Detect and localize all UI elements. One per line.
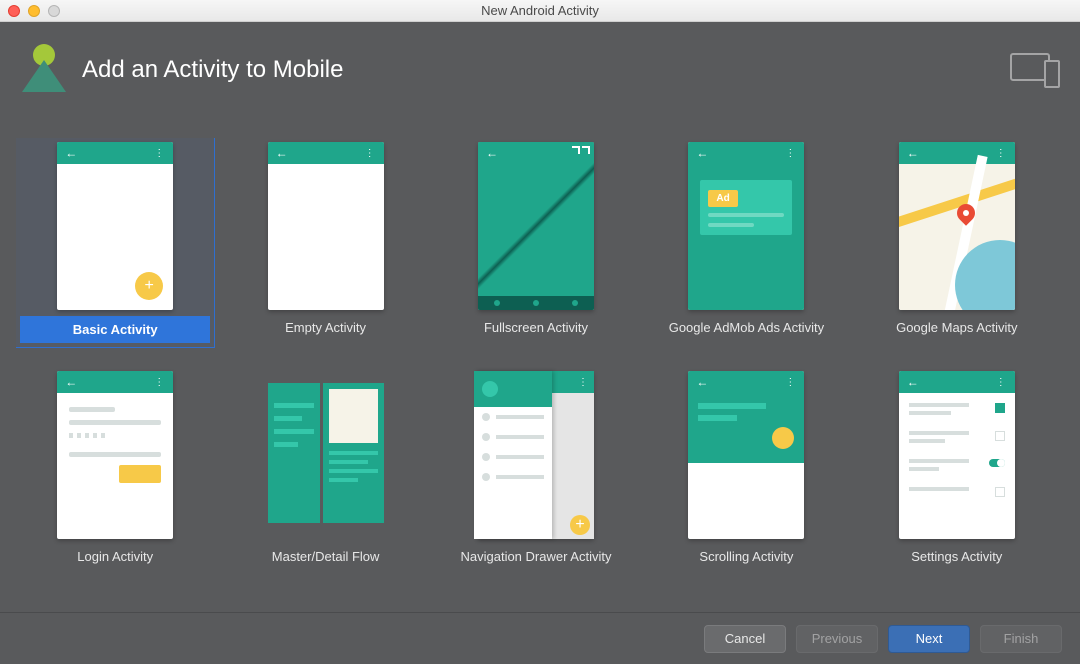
overflow-icon: ⋮ — [154, 148, 165, 159]
checkbox-icon — [995, 403, 1005, 413]
android-studio-logo-icon — [20, 46, 68, 94]
overflow-icon: ⋮ — [785, 377, 796, 388]
drawer-icon — [474, 371, 552, 539]
overflow-icon: ⋮ — [154, 377, 165, 388]
thumbnail-gmaps: ←⋮ — [899, 142, 1015, 310]
back-arrow-icon: ← — [696, 375, 708, 389]
back-arrow-icon: ← — [65, 375, 77, 389]
template-scrolling-activity[interactable]: ←⋮ Scrolling Activity — [647, 367, 845, 568]
fab-icon: + — [570, 515, 590, 535]
thumbnail-admob: ← ⋮ Ad — [688, 142, 804, 310]
template-label: Fullscreen Activity — [484, 320, 588, 335]
maximize-icon[interactable] — [48, 5, 60, 17]
wizard-header: Add an Activity to Mobile — [0, 22, 1080, 118]
checkbox-icon — [995, 487, 1005, 497]
template-google-maps-activity[interactable]: ←⋮ Google Maps Activity — [858, 138, 1056, 347]
overflow-icon: ⋮ — [996, 148, 1007, 159]
checkbox-icon — [995, 431, 1005, 441]
window-titlebar: New Android Activity — [0, 0, 1080, 22]
thumbnail-scrolling: ←⋮ — [688, 371, 804, 539]
ad-badge: Ad — [708, 190, 737, 207]
template-label: Master/Detail Flow — [272, 549, 380, 564]
template-login-activity[interactable]: ←⋮ Login Activity — [16, 367, 214, 568]
template-master-detail-flow[interactable]: Master/Detail Flow — [226, 367, 424, 568]
login-submit-icon — [119, 465, 161, 483]
template-label: Empty Activity — [285, 320, 366, 335]
template-label: Google Maps Activity — [896, 320, 1017, 335]
wizard-footer: Cancel Previous Next Finish — [0, 612, 1080, 664]
toggle-icon — [989, 459, 1005, 467]
template-fullscreen-activity[interactable]: ← Fullscreen Activity — [437, 138, 635, 347]
template-gallery: ←⋮ + Basic Activity ←⋮ Empty Activity ← — [0, 118, 1080, 612]
back-arrow-icon: ← — [696, 146, 708, 160]
traffic-lights — [8, 5, 60, 17]
cancel-button[interactable]: Cancel — [704, 625, 786, 653]
fab-icon: + — [135, 272, 163, 300]
template-label: Scrolling Activity — [699, 549, 793, 564]
back-arrow-icon: ← — [276, 146, 288, 160]
thumbnail-settings: ←⋮ — [899, 371, 1015, 539]
thumbnail-navdrawer: ⋮ + — [478, 371, 594, 539]
window-title: New Android Activity — [0, 3, 1080, 18]
thumbnail-master-detail — [268, 371, 384, 539]
template-scroll-area[interactable]: ←⋮ + Basic Activity ←⋮ Empty Activity ← — [16, 138, 1064, 592]
back-arrow-icon: ← — [907, 146, 919, 160]
template-label: Navigation Drawer Activity — [460, 549, 611, 564]
template-empty-activity[interactable]: ←⋮ Empty Activity — [226, 138, 424, 347]
thumbnail-login: ←⋮ — [57, 371, 173, 539]
form-factor-mobile-icon — [1010, 50, 1060, 90]
template-label: Google AdMob Ads Activity — [669, 320, 824, 335]
close-icon[interactable] — [8, 5, 20, 17]
system-navbar-icon — [478, 296, 594, 310]
back-arrow-icon: ← — [486, 146, 498, 160]
minimize-icon[interactable] — [28, 5, 40, 17]
thumbnail-basic: ← ⋮ + — [57, 142, 173, 310]
template-label: Basic Activity — [20, 316, 210, 343]
finish-button[interactable]: Finish — [980, 625, 1062, 653]
page-title: Add an Activity to Mobile — [82, 56, 343, 84]
next-button[interactable]: Next — [888, 625, 970, 653]
previous-button[interactable]: Previous — [796, 625, 878, 653]
template-basic-activity[interactable]: ← ⋮ + Basic Activity — [16, 138, 214, 347]
back-arrow-icon: ← — [907, 375, 919, 389]
thumbnail-empty: ←⋮ — [268, 142, 384, 310]
template-label: Login Activity — [77, 549, 153, 564]
back-arrow-icon: ← — [65, 146, 77, 160]
overflow-icon: ⋮ — [996, 377, 1007, 388]
template-navigation-drawer-activity[interactable]: ⋮ + Navigation Drawer Activity — [437, 367, 635, 568]
template-admob-activity[interactable]: ← ⋮ Ad Google AdMob Ads Activity — [647, 138, 845, 347]
template-settings-activity[interactable]: ←⋮ Settings Activity — [858, 367, 1056, 568]
thumbnail-fullscreen: ← — [478, 142, 594, 310]
overflow-icon: ⋮ — [365, 148, 376, 159]
overflow-icon: ⋮ — [785, 148, 796, 159]
template-label: Settings Activity — [911, 549, 1002, 564]
